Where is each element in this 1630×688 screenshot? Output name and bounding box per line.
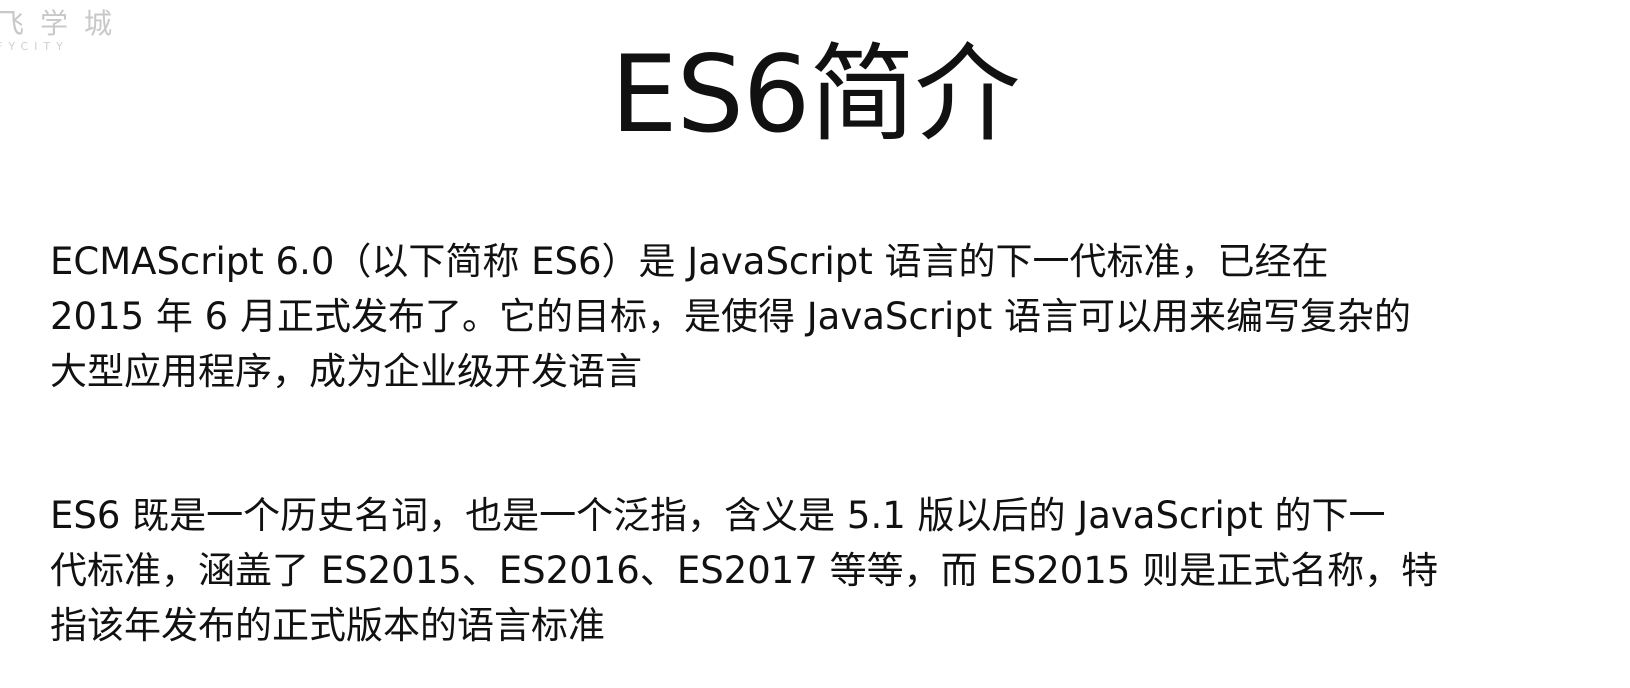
slide-title: ES6简介 [610, 33, 1021, 156]
intro-paragraph: ECMAScript 6.0（以下简称 ES6）是 JavaScript 语言的… [50, 234, 1600, 399]
paragraph-line: ES6 既是一个历史名词，也是一个泛指，含义是 5.1 版以后的 JavaScr… [50, 494, 1386, 537]
paragraph-line: 指该年发布的正式版本的语言标准 [50, 604, 605, 647]
paragraph-line: 大型应用程序，成为企业级开发语言 [50, 350, 642, 393]
paragraph-line: ECMAScript 6.0（以下简称 ES6）是 JavaScript 语言的… [50, 240, 1329, 283]
definition-paragraph: ES6 既是一个历史名词，也是一个泛指，含义是 5.1 版以后的 JavaScr… [50, 488, 1600, 653]
paragraph-line: 代标准，涵盖了 ES2015、ES2016、ES2017 等等，而 ES2015… [50, 549, 1439, 592]
paragraph-line: 2015 年 6 月正式发布了。它的目标，是使得 JavaScript 语言可以… [50, 295, 1411, 338]
